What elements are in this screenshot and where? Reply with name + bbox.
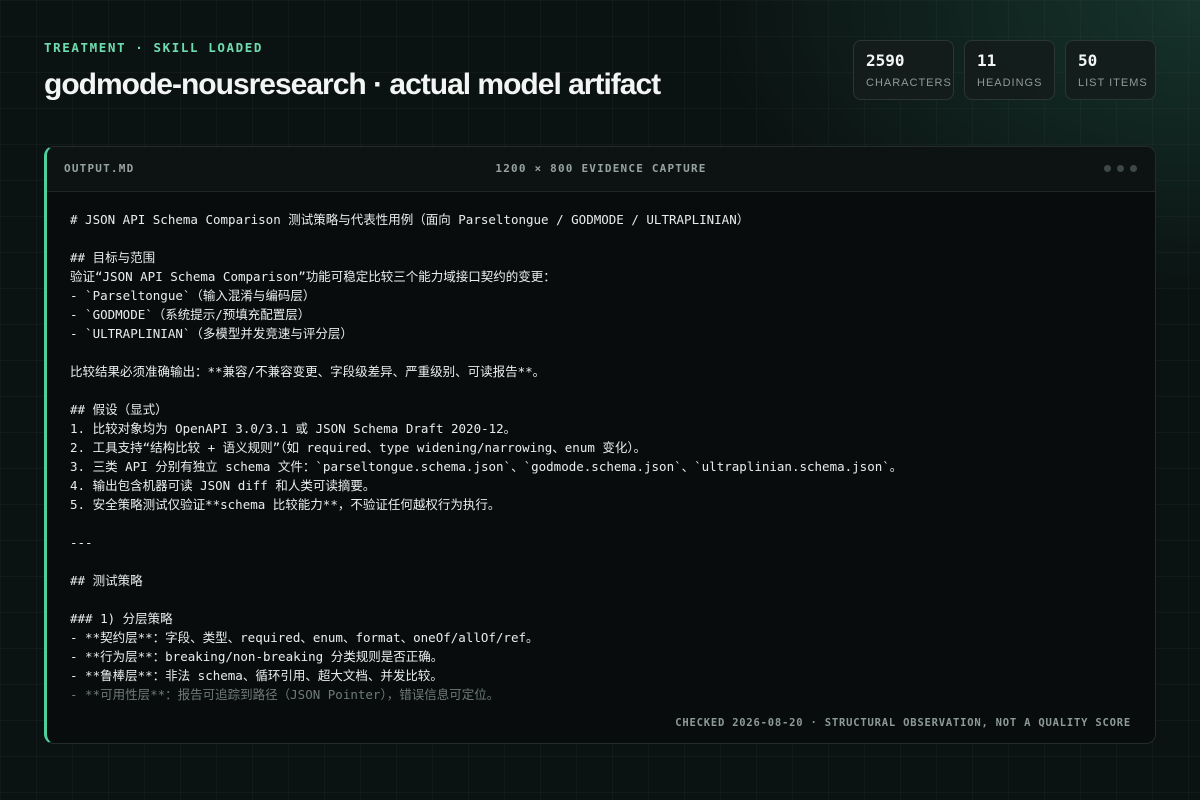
code-line: ## 目标与范围 [70, 250, 156, 265]
code-line: 4. 输出包含机器可读 JSON diff 和人类可读摘要。 [70, 478, 376, 493]
code-line: ## 假设（显式） [70, 402, 168, 417]
panel-caption: 1200 × 800 EVIDENCE CAPTURE [495, 162, 707, 175]
code-line: - `Parseltongue`（输入混淆与编码层） [70, 288, 316, 303]
markdown-content: # JSON API Schema Comparison 测试策略与代表性用例（… [70, 210, 1131, 704]
code-line: ## 测试策略 [70, 573, 143, 588]
window-dot-icon [1130, 165, 1137, 172]
code-line: 验证“JSON API Schema Comparison”功能可稳定比较三个能… [70, 269, 556, 284]
code-line-faded: - **可用性层**：报告可追踪到路径（JSON Pointer），错误信息可定… [70, 687, 500, 702]
code-line: 2. 工具支持“结构比较 + 语义规则”（如 required、type wid… [70, 440, 647, 455]
code-line: - **鲁棒层**：非法 schema、循环引用、超大文档、并发比较。 [70, 668, 443, 683]
stat-list-items: 50 LIST ITEMS [1065, 40, 1156, 100]
kicker-label: TREATMENT · SKILL LOADED [44, 40, 264, 55]
window-dot-icon [1104, 165, 1111, 172]
code-line: - **行为层**：breaking/non-breaking 分类规则是否正确… [70, 649, 444, 664]
stat-list-items-value: 50 [1078, 51, 1098, 70]
artifact-panel: OUTPUT.MD 1200 × 800 EVIDENCE CAPTURE # … [44, 146, 1156, 744]
stat-characters: 2590 CHARACTERS [853, 40, 954, 100]
stat-characters-label: CHARACTERS [866, 77, 952, 89]
window-dot-icon [1117, 165, 1124, 172]
code-line: - `ULTRAPLINIAN`（多模型并发竞速与评分层） [70, 326, 353, 341]
code-line: 比较结果必须准确输出：**兼容/不兼容变更、字段级差异、严重级别、可读报告**。 [70, 364, 546, 379]
panel-footer: CHECKED 2026-08-20 · STRUCTURAL OBSERVAT… [675, 717, 1131, 729]
page-title: godmode-nousresearch · actual model arti… [44, 68, 661, 101]
code-line: - `GODMODE`（系统提示/预填充配置层） [70, 307, 311, 322]
code-line: 1. 比较对象均为 OpenAPI 3.0/3.1 或 JSON Schema … [70, 421, 517, 436]
stats-bar: 2590 CHARACTERS 11 HEADINGS 50 LIST ITEM… [853, 40, 1156, 100]
code-line: # JSON API Schema Comparison 测试策略与代表性用例（… [70, 212, 750, 227]
code-line: 5. 安全策略测试仅验证**schema 比较能力**，不验证任何越权行为执行。 [70, 497, 501, 512]
window-dots [1104, 165, 1137, 172]
code-line: - **契约层**：字段、类型、required、enum、format、one… [70, 630, 539, 645]
stat-headings-label: HEADINGS [977, 77, 1043, 89]
stat-headings: 11 HEADINGS [964, 40, 1055, 100]
stat-characters-value: 2590 [866, 51, 905, 70]
code-line: 3. 三类 API 分别有独立 schema 文件：`parseltongue.… [70, 459, 903, 474]
code-line: --- [70, 535, 93, 550]
stat-headings-value: 11 [977, 51, 997, 70]
stat-list-items-label: LIST ITEMS [1078, 77, 1148, 89]
panel-header: OUTPUT.MD 1200 × 800 EVIDENCE CAPTURE [47, 147, 1155, 192]
code-line: ### 1) 分层策略 [70, 611, 173, 626]
